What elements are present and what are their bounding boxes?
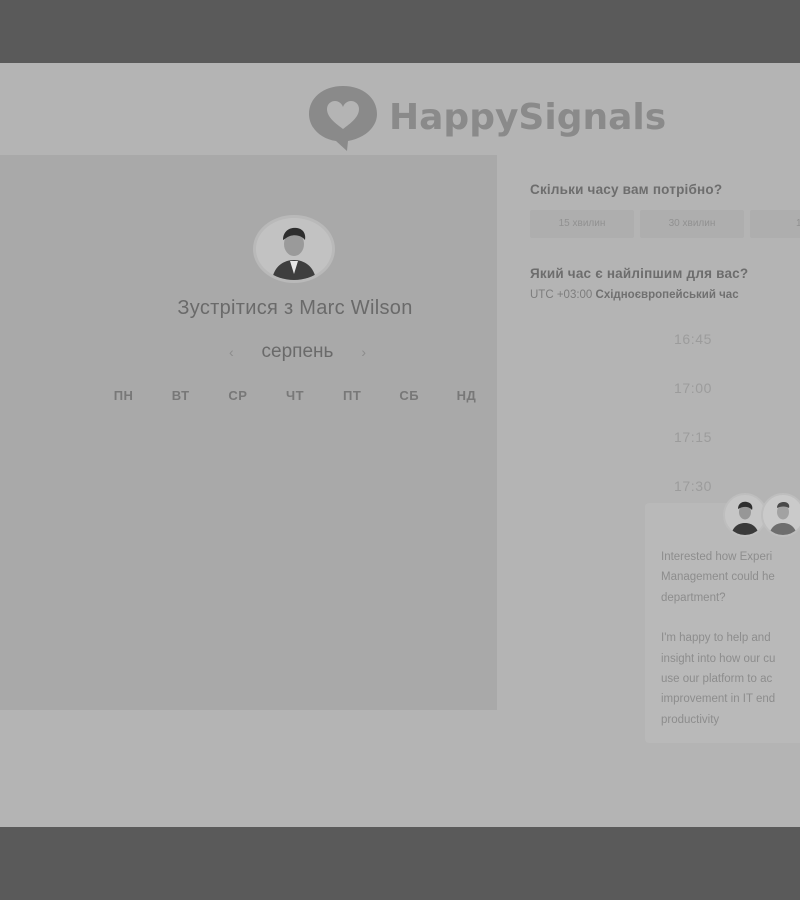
calendar-panel: Зустрітися з Marc Wilson ‹ серпень › ПН …	[0, 155, 497, 710]
weekday-thu: ЧТ	[285, 388, 305, 403]
timezone-name: Східноєвропейський час	[595, 289, 739, 301]
duration-option-60[interactable]: 1 г	[750, 210, 800, 238]
time-slot[interactable]: 16:45	[627, 315, 800, 364]
host-avatar	[256, 218, 332, 280]
next-month-button[interactable]: ›	[357, 344, 370, 360]
calendar-week-row	[95, 554, 495, 602]
chat-agent-avatar	[761, 493, 800, 537]
timezone-selector[interactable]: UTC +03:00 Східноєвропейський час	[530, 289, 739, 301]
current-month: серпень	[261, 341, 334, 362]
booking-panel: Скільки часу вам потрібно? 15 хвилин 30 …	[497, 155, 800, 755]
chat-widget[interactable]: Interested how Experi Management could h…	[645, 493, 800, 743]
weekday-wed: СР	[228, 388, 248, 403]
calendar-week-row	[95, 506, 495, 554]
month-navigator: ‹ серпень ›	[225, 338, 370, 366]
chat-message: I'm happy to help and insight into how o…	[661, 632, 776, 726]
calendar-week-row	[95, 410, 495, 458]
calendar-days-grid	[95, 410, 495, 650]
calendar-week-row	[95, 602, 495, 650]
calendar-week-row	[95, 458, 495, 506]
page: HappySignals Зустрітися з Marc Wilson ‹ …	[0, 63, 800, 827]
weekday-sat: СБ	[399, 388, 420, 403]
brand-name: HappySignals	[389, 96, 667, 138]
time-question: Який час є найліпшим для вас?	[530, 266, 749, 281]
weekday-sun: НД	[456, 388, 477, 403]
happysignals-logo: HappySignals	[305, 75, 666, 159]
time-slot[interactable]: 17:15	[627, 413, 800, 462]
time-slots: 16:45 17:00 17:15 17:30	[627, 315, 800, 511]
chat-messages: Interested how Experi Management could h…	[661, 547, 800, 750]
prev-month-button[interactable]: ‹	[225, 344, 238, 360]
weekday-header: ПН ВТ СР ЧТ ПТ СБ НД	[95, 388, 495, 403]
duration-option-30[interactable]: 30 хвилин	[640, 210, 744, 238]
duration-question: Скільки часу вам потрібно?	[530, 182, 723, 197]
weekday-fri: ПТ	[342, 388, 362, 403]
weekday-tue: ВТ	[171, 388, 190, 403]
heart-bubble-icon	[309, 86, 377, 151]
timezone-offset: UTC +03:00	[530, 289, 593, 301]
duration-options: 15 хвилин 30 хвилин 1 г	[530, 210, 800, 238]
weekday-mon: ПН	[113, 388, 134, 403]
time-slot[interactable]: 17:00	[627, 364, 800, 413]
chat-message: Interested how Experi Management could h…	[661, 551, 775, 604]
duration-option-15[interactable]: 15 хвилин	[530, 210, 634, 238]
